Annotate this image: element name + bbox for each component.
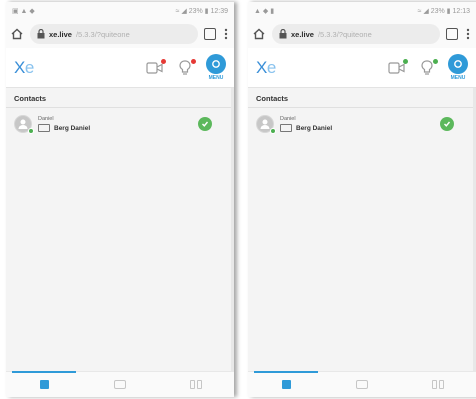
bottom-navigation <box>248 371 476 397</box>
contacts-panel: Contacts Daniel Berg Daniel <box>6 88 234 371</box>
logo-main: X <box>256 57 267 77</box>
menu-label: MENU <box>450 75 466 81</box>
phone-screen-right: ▲ ◆ ▮ ≈ ◢ 23% ▮ 12:13 xe.live/5.3.3/?qui… <box>248 2 476 397</box>
contact-name: Berg Daniel <box>296 124 333 132</box>
menu-label: MENU <box>208 75 224 81</box>
status-bar: ▲ ◆ ▮ ≈ ◢ 23% ▮ 12:13 <box>248 2 476 20</box>
notification-bulb-icon[interactable] <box>176 58 196 77</box>
nav-contacts-tab[interactable] <box>6 371 82 397</box>
video-call-icon[interactable] <box>146 58 166 77</box>
lock-icon <box>278 29 287 39</box>
browser-toolbar: xe.live/5.3.3/?quiteone <box>248 20 476 48</box>
home-icon[interactable] <box>10 27 24 41</box>
url-path: /5.3.3/?quiteone <box>75 29 130 39</box>
status-bar: ▣ ▲ ◆ ≈ ◢ 23% ▮ 12:39 <box>6 2 234 20</box>
app-header: Xe MENU <box>248 48 476 88</box>
more-options-icon[interactable] <box>464 27 472 41</box>
contact-row[interactable]: Daniel Berg Daniel <box>6 108 234 140</box>
status-left: ▲ ◆ ▮ <box>254 8 275 15</box>
notification-bulb-icon[interactable] <box>418 58 438 77</box>
nav-chat-tab[interactable] <box>324 372 400 397</box>
chat-icon <box>114 380 126 389</box>
id-card-icon <box>280 124 292 132</box>
menu-button[interactable]: MENU <box>206 54 226 81</box>
split-view-icon <box>432 380 444 389</box>
status-right: ≈ ◢ 23% ▮ 12:39 <box>175 8 228 15</box>
tabs-icon[interactable] <box>446 28 458 40</box>
logo-accent: e <box>266 57 276 77</box>
nav-contacts-tab[interactable] <box>248 371 324 397</box>
contact-first-name: Daniel <box>38 116 54 122</box>
logo-accent: e <box>24 57 34 77</box>
menu-icon <box>206 54 226 74</box>
phone-screen-left: ▣ ▲ ◆ ≈ ◢ 23% ▮ 12:39 xe.live/5.3.3/?qui… <box>6 2 234 397</box>
id-card-icon <box>38 124 50 132</box>
tabs-icon[interactable] <box>204 28 216 40</box>
section-title: Contacts <box>6 88 234 108</box>
app-logo[interactable]: Xe <box>256 58 276 78</box>
home-icon[interactable] <box>252 27 266 41</box>
nav-split-tab[interactable] <box>400 372 476 397</box>
avatar <box>256 115 276 134</box>
menu-icon <box>448 54 468 74</box>
bottom-navigation <box>6 371 234 397</box>
presence-badge <box>270 128 276 134</box>
menu-button[interactable]: MENU <box>448 54 468 81</box>
video-notification-dot <box>403 58 408 64</box>
status-left: ▣ ▲ ◆ <box>12 8 35 15</box>
contacts-icon <box>39 380 49 389</box>
online-check-icon <box>198 117 212 131</box>
video-call-icon[interactable] <box>388 58 408 77</box>
app-header: Xe MENU <box>6 48 234 88</box>
online-check-icon <box>440 117 454 131</box>
logo-main: X <box>14 57 25 77</box>
bulb-notification-dot <box>191 58 196 64</box>
avatar <box>14 115 34 134</box>
more-options-icon[interactable] <box>222 27 230 41</box>
chat-icon <box>356 380 368 389</box>
contacts-panel: Contacts Daniel Berg Daniel <box>248 88 476 371</box>
lock-icon <box>36 29 45 39</box>
app-logo[interactable]: Xe <box>14 58 34 78</box>
nav-chat-tab[interactable] <box>82 372 158 397</box>
scrollbar-track[interactable] <box>231 88 234 371</box>
contact-row[interactable]: Daniel Berg Daniel <box>248 108 476 140</box>
nav-split-tab[interactable] <box>158 372 234 397</box>
url-bar[interactable]: xe.live/5.3.3/?quiteone <box>30 24 198 44</box>
browser-toolbar: xe.live/5.3.3/?quiteone <box>6 20 234 48</box>
url-path: /5.3.3/?quiteone <box>317 29 372 39</box>
contact-name: Berg Daniel <box>54 124 91 132</box>
url-bar[interactable]: xe.live/5.3.3/?quiteone <box>272 24 440 44</box>
status-right: ≈ ◢ 23% ▮ 12:13 <box>417 8 470 15</box>
split-view-icon <box>190 380 202 389</box>
contacts-icon <box>281 380 291 389</box>
url-host: xe.live <box>49 29 72 39</box>
bulb-notification-dot <box>433 58 438 64</box>
url-host: xe.live <box>291 29 314 39</box>
section-title: Contacts <box>248 88 476 108</box>
video-notification-dot <box>161 58 166 64</box>
presence-badge <box>28 128 34 134</box>
contact-first-name: Daniel <box>280 116 296 122</box>
